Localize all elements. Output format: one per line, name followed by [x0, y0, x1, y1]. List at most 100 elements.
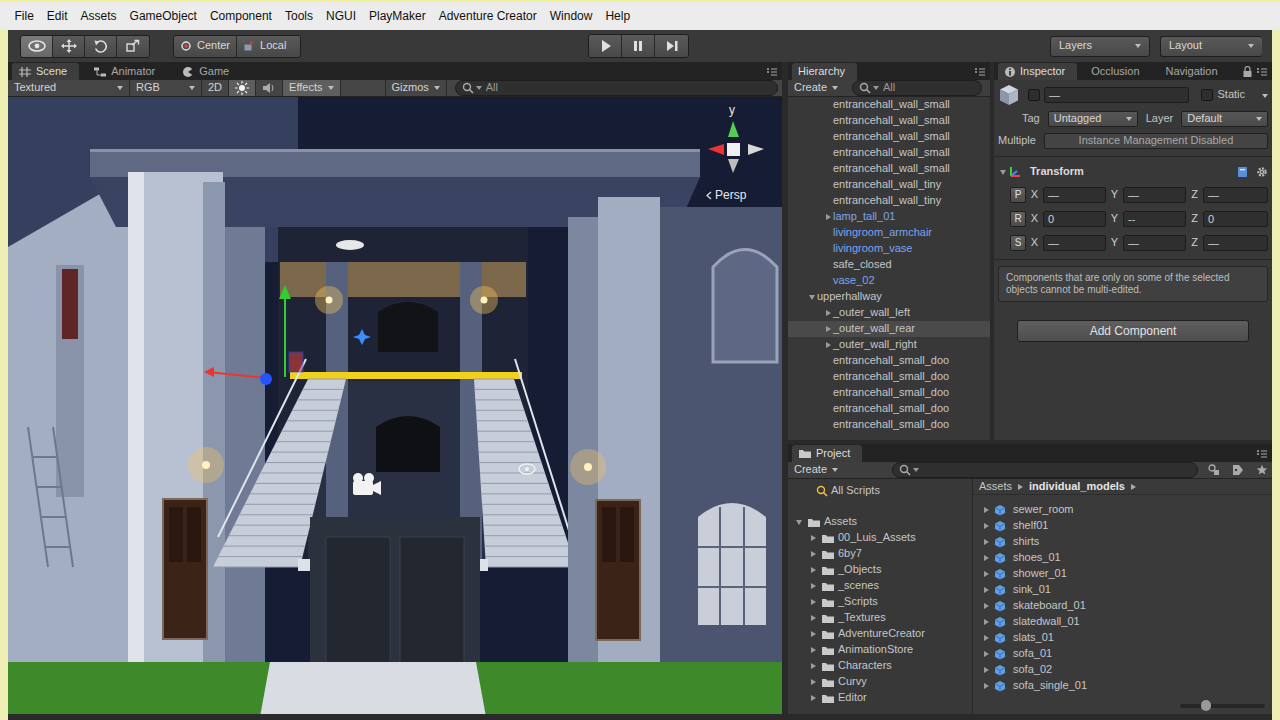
scene-viewport[interactable]: yPersp [8, 97, 782, 714]
asset-item[interactable]: slatedwall_01 [981, 614, 1272, 630]
hierarchy-item[interactable]: upperhallway [788, 289, 990, 305]
favorite-button[interactable] [1256, 464, 1268, 476]
static-checkbox[interactable] [1201, 89, 1213, 101]
foldout-arrow-icon[interactable] [794, 517, 804, 527]
effects-dropdown[interactable]: Effects [283, 80, 340, 96]
hierarchy-item[interactable]: entrancehall_wall_small [788, 97, 990, 113]
panel-menu-button[interactable] [766, 66, 778, 77]
folder-item[interactable]: Assets [788, 514, 972, 530]
filter-label-button[interactable] [1232, 464, 1244, 476]
hierarchy-item[interactable]: entrancehall_small_doo [788, 401, 990, 417]
folder-item[interactable]: _Objects [788, 562, 972, 578]
2d-mode-toggle[interactable]: 2D [202, 80, 229, 96]
play-button[interactable] [589, 35, 622, 57]
panel-tab[interactable]: Hierarchy [792, 63, 857, 80]
layout-dropdown[interactable]: Layout [1160, 36, 1262, 57]
foldout-arrow-icon[interactable] [981, 681, 991, 691]
foldout-arrow-icon[interactable] [808, 645, 818, 655]
vector-field[interactable]: 0 [1203, 211, 1268, 227]
foldout-arrow-icon[interactable] [981, 665, 991, 675]
slider-knob[interactable] [1201, 700, 1211, 711]
layer-dropdown[interactable]: Default [1181, 111, 1268, 127]
scene-render[interactable] [8, 97, 782, 714]
hierarchy-item[interactable]: _outer_wall_rear [788, 321, 990, 337]
panel-menu-button[interactable] [1256, 66, 1268, 77]
vector-field[interactable]: — [1123, 235, 1186, 251]
vector-field[interactable]: — [1123, 187, 1186, 203]
hierarchy-item[interactable]: entrancehall_small_doo [788, 353, 990, 369]
hierarchy-item[interactable]: _outer_wall_left [788, 305, 990, 321]
hierarchy-item[interactable]: livingroom_vase [788, 241, 990, 257]
asset-item[interactable]: shoes_01 [981, 550, 1272, 566]
reset-s-button[interactable]: S [1010, 235, 1026, 251]
foldout-arrow-icon[interactable] [808, 613, 818, 623]
static-dropdown[interactable] [1257, 88, 1268, 101]
settings-button[interactable] [1256, 166, 1268, 178]
hierarchy-item[interactable]: entrancehall_small_doo [788, 369, 990, 385]
menu-item[interactable]: Component [203, 3, 278, 29]
vector-field[interactable]: — [1043, 235, 1106, 251]
folder-item[interactable]: Editor [788, 690, 972, 706]
foldout-arrow-icon[interactable] [808, 677, 818, 687]
vector-field[interactable]: — [1203, 235, 1268, 251]
asset-item[interactable]: skateboard_01 [981, 598, 1272, 614]
menu-item[interactable]: NGUI [319, 3, 362, 29]
hierarchy-item[interactable]: livingroom_armchair [788, 225, 990, 241]
reset-r-button[interactable]: R [1010, 211, 1026, 227]
scale-tool[interactable] [117, 36, 149, 57]
panel-tab[interactable]: Navigation [1160, 63, 1230, 80]
folder-item[interactable]: AdventureCreator [788, 626, 972, 642]
hierarchy-item[interactable]: entrancehall_wall_small [788, 161, 990, 177]
foldout-arrow-icon[interactable] [981, 505, 991, 515]
scene-search[interactable] [455, 80, 778, 95]
foldout-arrow-icon[interactable] [823, 212, 833, 222]
foldout-arrow-icon[interactable] [823, 324, 833, 334]
layers-dropdown[interactable]: Layers [1050, 36, 1150, 57]
gizmos-dropdown[interactable]: Gizmos [385, 80, 447, 96]
asset-item[interactable]: shirts [981, 534, 1272, 550]
menu-item[interactable]: File [8, 3, 40, 29]
favorite-item[interactable]: All Scripts [788, 483, 972, 499]
foldout-arrow-icon[interactable] [981, 569, 991, 579]
vector-field[interactable]: 0 [1043, 211, 1106, 227]
breadcrumb-item[interactable]: individual_models [1029, 480, 1125, 493]
foldout-arrow-icon[interactable] [808, 661, 818, 671]
tag-dropdown[interactable]: Untagged [1048, 111, 1138, 127]
create-dropdown[interactable]: Create [794, 463, 844, 476]
menu-item[interactable]: Adventure Creator [432, 3, 543, 29]
panel-menu-button[interactable] [974, 66, 986, 77]
asset-item[interactable]: sofa_single_01 [981, 678, 1272, 694]
rotate-tool[interactable] [85, 36, 117, 57]
folder-item[interactable]: _Textures [788, 610, 972, 626]
panel-tab[interactable]: Inspector [998, 63, 1077, 80]
folder-item[interactable]: Curvy [788, 674, 972, 690]
asset-item[interactable]: sink_01 [981, 582, 1272, 598]
hierarchy-item[interactable]: entrancehall_wall_tiny [788, 193, 990, 209]
menu-item[interactable]: Tools [278, 3, 319, 29]
foldout-arrow-icon[interactable] [981, 553, 991, 563]
hierarchy-search[interactable] [852, 80, 982, 95]
render-mode-dropdown[interactable]: RGB [130, 80, 202, 96]
reset-p-button[interactable]: P [1010, 187, 1026, 203]
asset-item[interactable]: sofa_01 [981, 646, 1272, 662]
foldout-arrow-icon[interactable] [808, 581, 818, 591]
foldout-arrow-icon[interactable] [981, 601, 991, 611]
foldout-arrow-icon[interactable] [981, 537, 991, 547]
vector-field[interactable]: -- [1123, 211, 1186, 227]
foldout-arrow-icon[interactable] [981, 649, 991, 659]
panel-tab[interactable]: Scene [12, 63, 79, 80]
folder-item[interactable]: _Scripts [788, 594, 972, 610]
pivot-mode-button[interactable]: Center [174, 36, 237, 57]
asset-item[interactable]: sewer_room [981, 502, 1272, 518]
hierarchy-item[interactable]: safe_closed [788, 257, 990, 273]
menu-item[interactable]: Edit [40, 3, 74, 29]
asset-item[interactable]: shower_01 [981, 566, 1272, 582]
foldout-arrow-icon[interactable] [807, 292, 817, 302]
foldout-arrow-icon[interactable] [823, 308, 833, 318]
menu-item[interactable]: Assets [74, 3, 123, 29]
foldout-arrow-icon[interactable] [981, 617, 991, 627]
folder-item[interactable]: 00_Luis_Assets [788, 530, 972, 546]
panel-tab[interactable]: Project [792, 445, 862, 462]
foldout-arrow-icon[interactable] [981, 633, 991, 643]
step-button[interactable] [655, 35, 688, 57]
